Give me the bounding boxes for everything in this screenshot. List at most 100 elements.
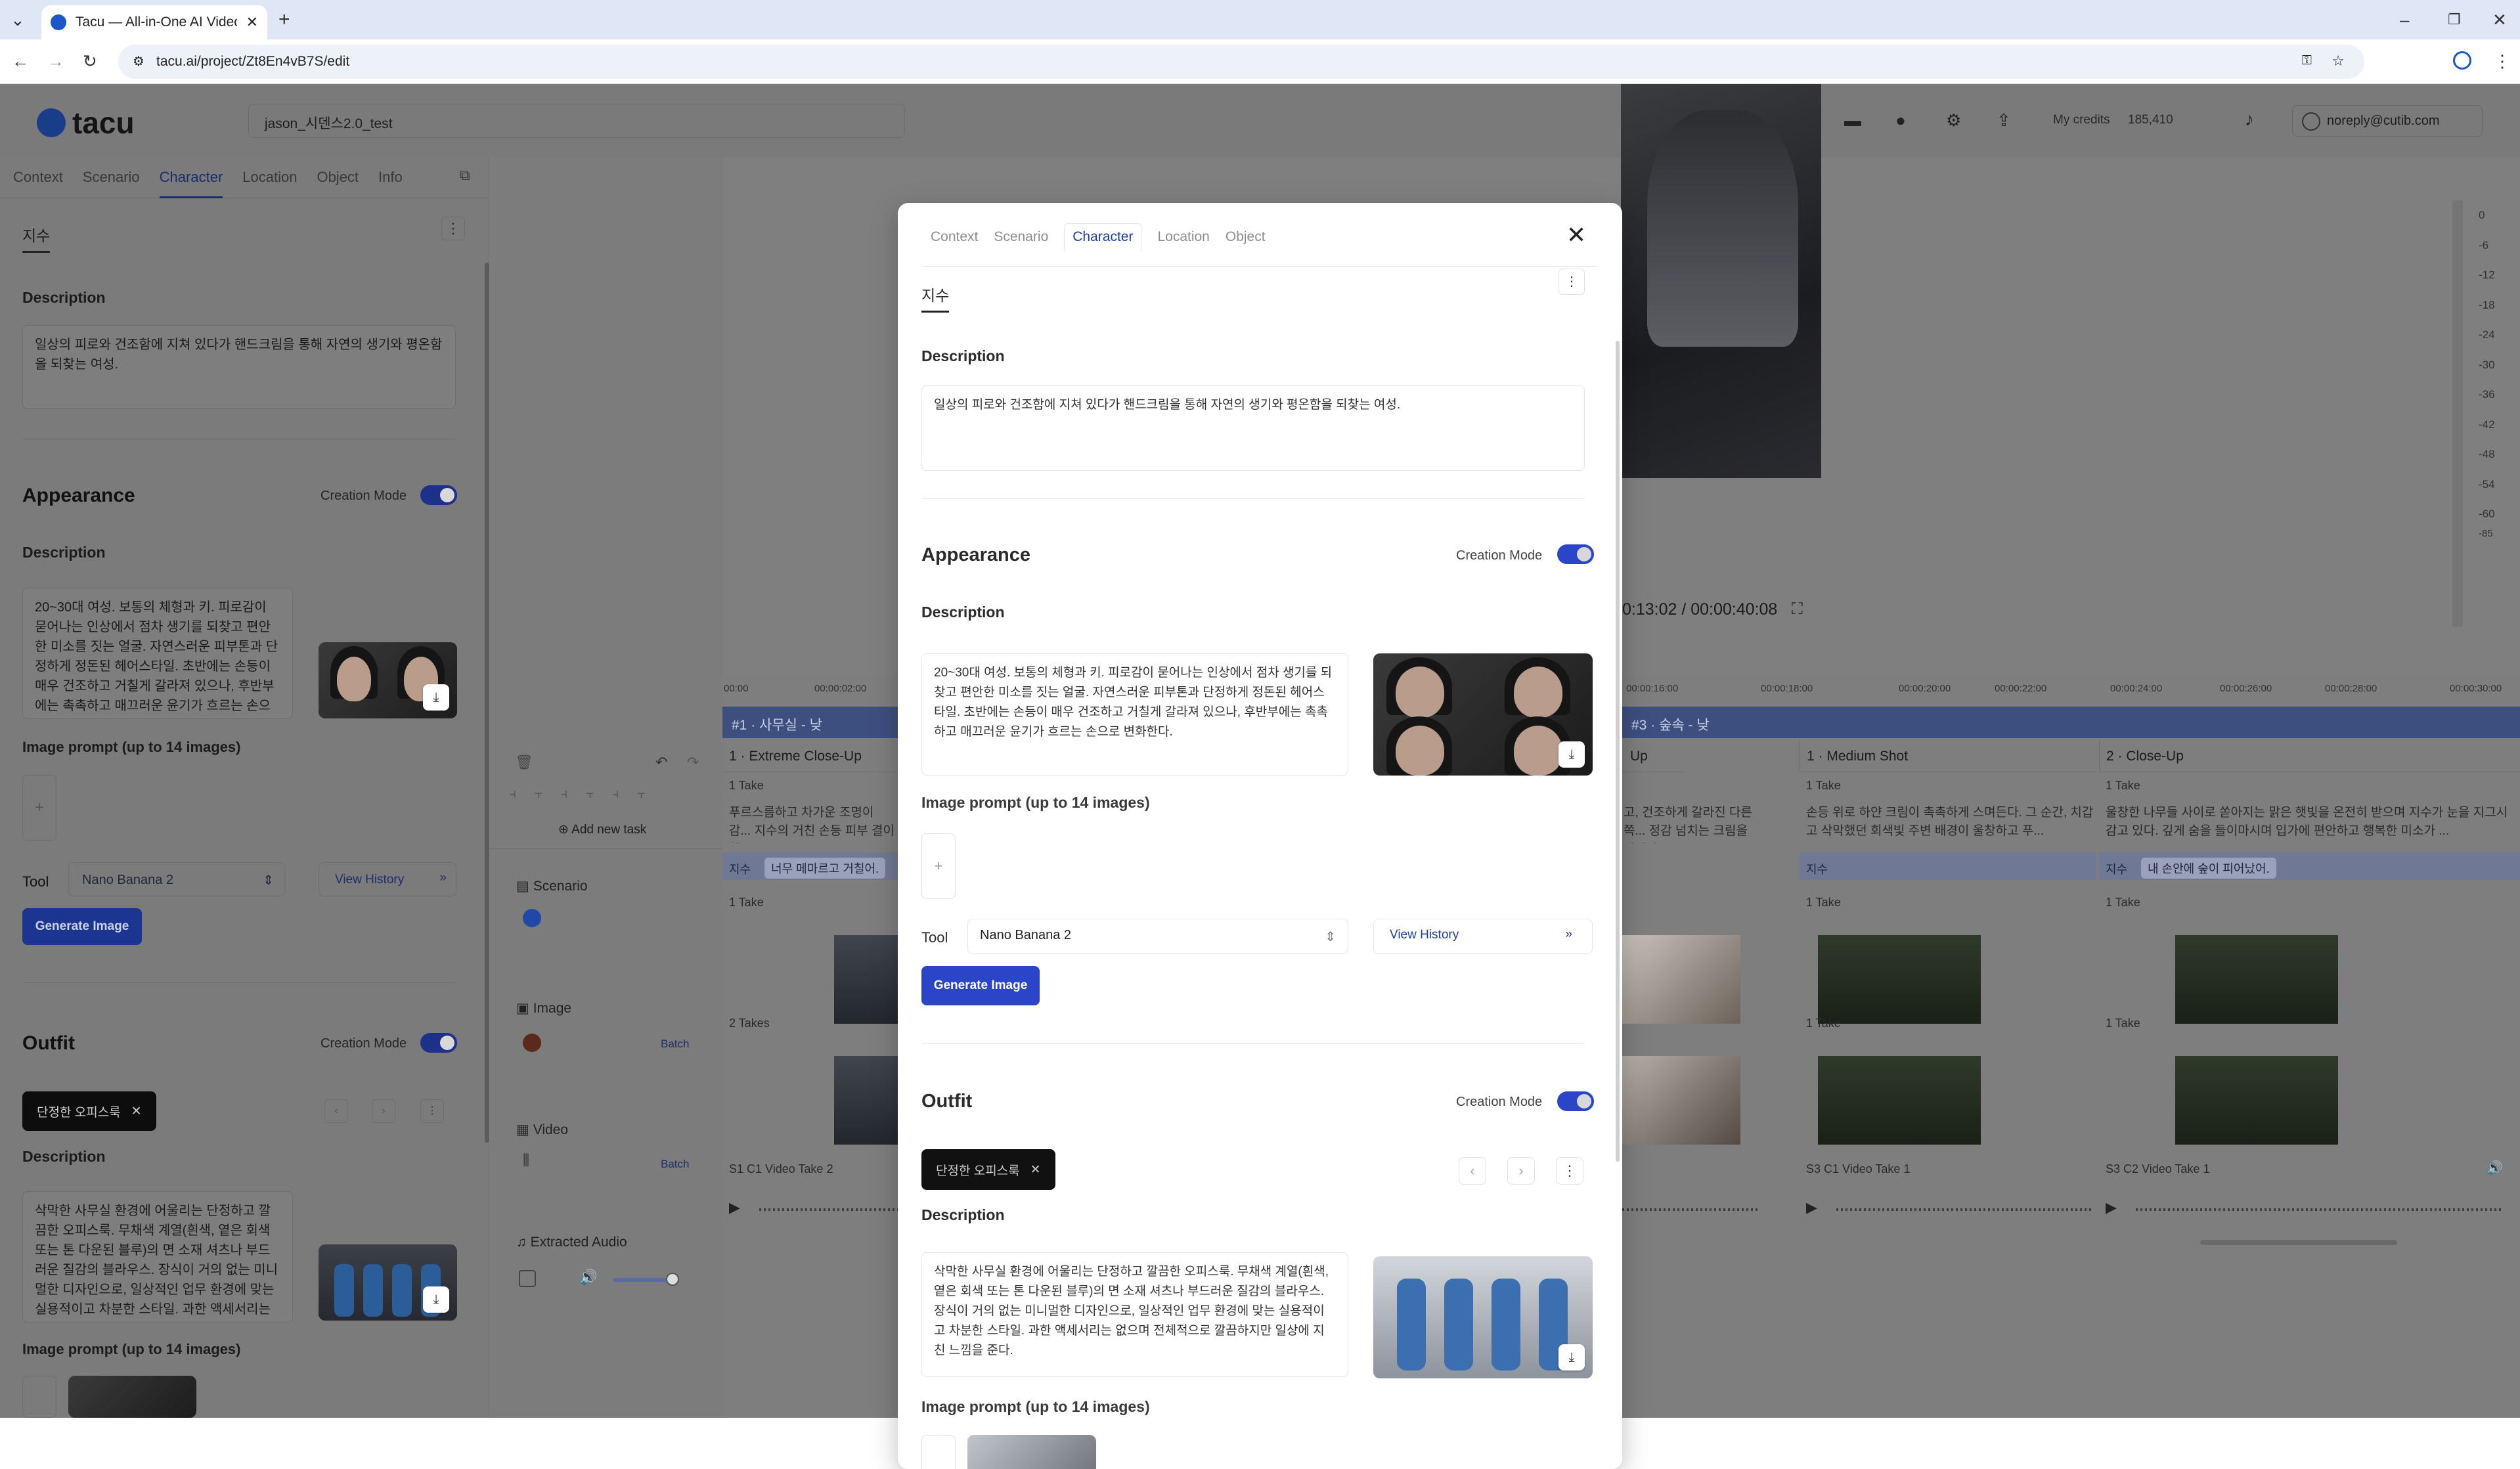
- modal-tab-object[interactable]: Object: [1226, 229, 1266, 252]
- new-tab-icon[interactable]: +: [278, 10, 290, 30]
- shot-script[interactable]: 고, 건조하게 갈라진 다른 쪽... 정감 넘치는 크림을 파낸다...: [1624, 804, 1755, 843]
- modal-outfit-desc-field[interactable]: 삭막한 사무실 환경에 어울리는 단정하고 깔끔한 오피스룩. 무채색 계열(흰…: [921, 1252, 1348, 1377]
- minimize-icon[interactable]: –: [2400, 11, 2409, 29]
- modal-scrollbar[interactable]: [1616, 341, 1620, 1162]
- character-description-field[interactable]: 일상의 피로와 건조함에 지쳐 있다가 핸드크림을 통해 자연의 생기와 평온함…: [22, 325, 456, 409]
- undo-icon[interactable]: ↶: [655, 754, 667, 771]
- url-field[interactable]: ⚙ tacu.ai/project/Zt8En4vB7S/edit ☆ ⚿: [118, 45, 2364, 79]
- browser-tab[interactable]: Tacu — All-in-One AI Video P ✕: [41, 5, 267, 39]
- outfit-prompt-image[interactable]: [68, 1376, 196, 1418]
- dialogue-line[interactable]: 내 손안에 숲이 피어났어.: [2141, 858, 2276, 879]
- settings-gear-icon[interactable]: ⚙: [1946, 110, 1961, 131]
- chip-close-icon[interactable]: ✕: [1030, 1162, 1041, 1177]
- shot-script[interactable]: 손등 위로 하얀 크림이 촉촉하게 스며든다. 그 순간, 치갑고 삭막했던 회…: [1806, 804, 2094, 843]
- project-name-input[interactable]: jason_시덴스2.0_test: [248, 104, 905, 138]
- user-account-button[interactable]: noreply@cutib.com: [2292, 105, 2483, 137]
- collapse-panel-icon[interactable]: ⧉: [460, 167, 470, 184]
- modal-outfit-add-image-button[interactable]: [921, 1435, 956, 1469]
- scenario-play-icon[interactable]: [523, 909, 541, 927]
- tab-location[interactable]: Location: [242, 169, 297, 198]
- back-icon[interactable]: ←: [12, 51, 29, 72]
- modal-character-name[interactable]: 지수: [921, 283, 950, 313]
- scene-group-header[interactable]: #1 · 사무실 - 낮: [722, 707, 898, 738]
- character-name[interactable]: 지수: [22, 223, 51, 253]
- reload-icon[interactable]: ↻: [83, 51, 97, 72]
- modal-close-icon[interactable]: ✕: [1566, 221, 1586, 249]
- image-batch-button[interactable]: Batch: [661, 1038, 689, 1051]
- play-icon[interactable]: ▶: [729, 1199, 740, 1216]
- add-outfit-image-button[interactable]: [22, 1376, 56, 1418]
- restore-icon[interactable]: ❐: [2448, 11, 2461, 29]
- volume-icon[interactable]: 🔊: [579, 1269, 597, 1286]
- appearance-thumbnail[interactable]: ⤓: [319, 642, 457, 718]
- left-scrollbar[interactable]: [485, 263, 489, 1143]
- modal-outfit-next-icon[interactable]: ›: [1507, 1157, 1535, 1185]
- tool-select[interactable]: Nano Banana 2 ⇕: [68, 862, 285, 896]
- modal-tab-character[interactable]: Character: [1064, 223, 1142, 252]
- shot-image[interactable]: [834, 935, 898, 1024]
- download-icon[interactable]: ⤓: [423, 684, 449, 711]
- modal-creation-mode-toggle[interactable]: [1557, 544, 1594, 564]
- shot-video[interactable]: [1622, 1056, 1740, 1145]
- modal-view-history-button[interactable]: View History »: [1373, 919, 1593, 954]
- password-key-icon[interactable]: ⚿: [2302, 53, 2312, 68]
- shot-header[interactable]: 1 · Medium Shot: [1800, 741, 2096, 772]
- modal-generate-image-button[interactable]: Generate Image: [921, 966, 1040, 1005]
- export-icon[interactable]: ⇪: [1997, 110, 2011, 131]
- modal-outfit-creation-mode-toggle[interactable]: [1557, 1091, 1594, 1111]
- view-history-button[interactable]: View History »: [319, 862, 456, 896]
- modal-tab-scenario[interactable]: Scenario: [994, 229, 1048, 252]
- chip-close-icon[interactable]: ✕: [131, 1104, 142, 1119]
- align-tools-icon[interactable]: ⫞⫟⫞⫟⫞⫟: [510, 787, 663, 802]
- video-model-icon[interactable]: ⫼: [523, 1152, 529, 1169]
- character-more-icon[interactable]: ⋮: [441, 217, 465, 240]
- timeline-scrollbar[interactable]: [2200, 1240, 2397, 1245]
- image-model-icon[interactable]: [523, 1034, 541, 1052]
- notification-bell-icon[interactable]: ♪: [2245, 109, 2254, 130]
- tab-info[interactable]: Info: [378, 169, 403, 198]
- shot-video[interactable]: [834, 1056, 898, 1145]
- shot-video[interactable]: [2175, 1056, 2338, 1145]
- close-window-icon[interactable]: ✕: [2492, 11, 2507, 29]
- modal-tab-context[interactable]: Context: [931, 229, 978, 252]
- audio-export-icon[interactable]: [519, 1270, 536, 1287]
- profile-icon[interactable]: [2453, 51, 2471, 70]
- modal-outfit-prompt-image[interactable]: [967, 1435, 1096, 1469]
- video-batch-button[interactable]: Batch: [661, 1158, 689, 1171]
- modal-tab-location[interactable]: Location: [1157, 229, 1209, 252]
- download-icon[interactable]: ⤓: [1558, 741, 1585, 768]
- modal-add-image-button[interactable]: +: [921, 833, 956, 899]
- tacu-logo[interactable]: tacu: [37, 105, 135, 141]
- outfit-chip[interactable]: 단정한 오피스룩 ✕: [22, 1091, 156, 1131]
- browser-menu-icon[interactable]: ⋮: [2494, 51, 2511, 72]
- dialogue-line[interactable]: 너무 메마르고 거칠어.: [764, 858, 886, 879]
- site-info-icon[interactable]: ⚙: [133, 53, 144, 70]
- appearance-description-field[interactable]: 20~30대 여성. 보통의 체형과 키. 피로감이 묻어나는 인상에서 점차 …: [22, 588, 293, 719]
- info-icon[interactable]: ●: [1895, 110, 1906, 131]
- shot-image[interactable]: [2175, 935, 2338, 1024]
- tab-context[interactable]: Context: [13, 169, 63, 198]
- fullscreen-icon[interactable]: ⛶: [1792, 600, 1803, 619]
- tab-list-icon[interactable]: ⌄: [11, 11, 25, 29]
- outfit-creation-mode-toggle[interactable]: [420, 1033, 457, 1053]
- modal-tool-select[interactable]: Nano Banana 2 ⇕: [967, 919, 1348, 954]
- outfit-prev-icon[interactable]: ‹: [324, 1099, 348, 1123]
- shot-script[interactable]: 푸르스름하고 차가운 조명이 감... 지수의 거친 손등 피부 결이 확...: [729, 804, 896, 843]
- play-icon[interactable]: ▶: [1806, 1199, 1817, 1216]
- tab-close-icon[interactable]: ✕: [246, 14, 258, 31]
- shot-header[interactable]: 1 · Extreme Close-Up: [722, 741, 898, 772]
- add-new-task-button[interactable]: ⊕ Add new task: [558, 822, 646, 837]
- video-preview[interactable]: [1621, 84, 1821, 478]
- modal-description-field[interactable]: 일상의 피로와 건조함에 지쳐 있다가 핸드크림을 통해 자연의 생기와 평온함…: [921, 385, 1585, 471]
- tab-scenario[interactable]: Scenario: [83, 169, 140, 198]
- modal-appearance-thumbnail[interactable]: ⤓: [1373, 653, 1593, 776]
- add-image-prompt-button[interactable]: +: [22, 775, 56, 841]
- bookmark-star-icon[interactable]: ☆: [2332, 53, 2345, 70]
- play-icon[interactable]: ▶: [2106, 1199, 2117, 1216]
- redo-icon[interactable]: ↷: [687, 754, 699, 771]
- forward-icon[interactable]: →: [47, 51, 64, 72]
- folder-icon[interactable]: ▬: [1844, 110, 1861, 131]
- modal-character-more-icon[interactable]: ⋮: [1558, 269, 1585, 295]
- scene-group-header[interactable]: #3 · 숲속 - 낮: [1622, 707, 2520, 738]
- shot-script[interactable]: 울창한 나무들 사이로 쏟아지는 맑은 햇빛을 온전히 받으며 지수가 눈을 지…: [2106, 804, 2513, 843]
